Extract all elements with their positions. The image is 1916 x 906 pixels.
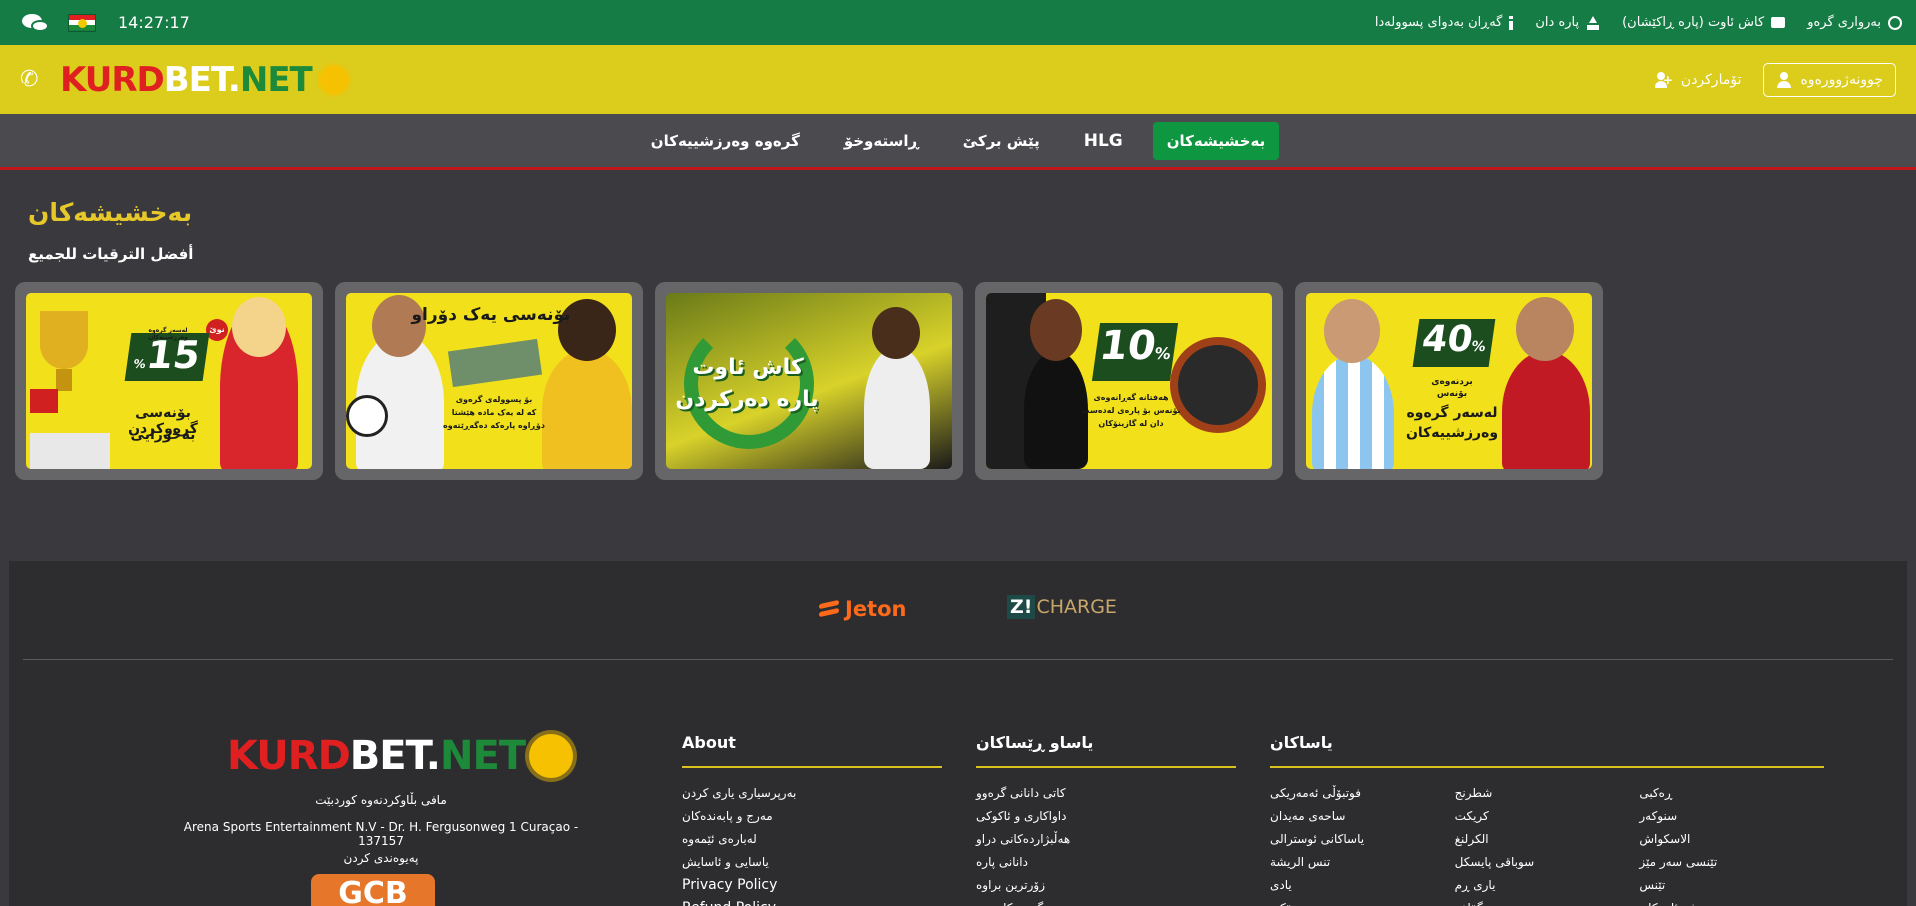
top-bar: 14:27:17 بەرواری گرەو کاش ئاوت (پارە ڕاک… [0,0,1916,45]
footer-rules-column: یاساو ڕێساکان کاتی دانانی گرەوو داواکاری… [976,733,1236,906]
new-badge: نوێ [206,319,228,341]
nav-promotions[interactable]: بەخشیشەکان [1152,121,1280,160]
contact-link[interactable]: پەیوەندی کردن [171,851,591,865]
gift-icon [30,389,58,413]
nav-hlg[interactable]: HLG [1070,121,1137,161]
footer-link[interactable]: بەرپرسیاری یاری کردن [682,782,942,805]
promo-banner: بۆنەسی یەک دۆراو بۆ پسوولەی گرەوی کە لە … [346,293,632,469]
footer-link[interactable]: دانانی پارە [976,851,1236,874]
footer-rules-title: یاساو ڕێساکان [976,733,1236,768]
sun-icon [529,734,574,778]
footer-link[interactable]: شطرنج [1455,782,1640,805]
jeton-icon [819,600,839,618]
promo-card-casino-cashback[interactable]: 10% هەفتانە گەڕانەوەی بۆنەس بۆ پارەی لەد… [975,282,1283,480]
woman-figure [542,349,632,469]
player-figure [1502,351,1590,469]
arrow-circle-icon [684,319,814,449]
deposit-link[interactable]: پارە دان [1535,15,1600,30]
main-nav: بەخشیشەکان HLG پێش برکێ ڕاستەوخۆ گرەوە و… [0,114,1916,170]
footer-link[interactable]: هەڵبژاردەکانی دراو [976,828,1236,851]
user-plus-icon: + [1654,71,1673,88]
bet-history-link[interactable]: بەرواری گرەو [1807,15,1902,30]
promo-card-cashout[interactable]: کاش ئاوت پارە دەرکردن [655,282,963,480]
header: ✆ KURD BET. NET + تۆمارکردن چوونەژوورەوە [0,45,1916,114]
footer-link[interactable]: فوتبۆڵی ئەمەریکی [1270,782,1455,805]
footer: Jeton Z! CHARGE KURD BET. NET مافی بڵاوکردن… [9,561,1907,906]
money-icon [447,338,543,388]
footer-link[interactable]: کریکت [1455,805,1640,828]
trophy-icon [40,311,88,369]
footer-link[interactable]: ڕەکبی [1639,782,1824,805]
footer-link[interactable]: وەرزشە ئاییەکان [1639,897,1824,906]
footer-link[interactable]: یاری ڕم [1455,874,1640,897]
ticket-search-link[interactable]: گەڕان بەدوای پسوولەدا [1375,15,1514,30]
woman-figure [864,347,930,469]
history-icon [1888,15,1902,30]
footer-link[interactable]: یادی [1270,874,1455,897]
cashout-link[interactable]: کاش ئاوت (پارە ڕاکێشان) [1622,15,1786,30]
footer-link[interactable]: زۆرترین براوە [976,874,1236,897]
footer-link[interactable]: گۆلف [1455,897,1640,906]
refund-policy-link[interactable]: Refund Policy [682,897,942,906]
footer-link[interactable]: لەبارەی ئێمەوە [682,828,942,851]
copyright-text: مافی بڵاوکردنەوە کوردبێت [315,793,447,807]
promo-card-winning-bonus[interactable]: 40% بردنەوەی بۆنەس لەسەر گرەوە وەرزشییەک… [1295,282,1603,480]
cash-register-icon [1771,17,1786,28]
footer-link[interactable]: گرەوەکانی تر [976,897,1236,906]
promo-banner: نوێ % 15 لەسەر گرەوە وەرزشییەکان بۆنەسی گ… [26,293,312,469]
footer-sports-title: یاساکان [1270,733,1824,768]
live-chat-icon[interactable] [20,12,50,34]
footer-link[interactable]: تێنس [1639,874,1824,897]
football-icon [346,395,388,437]
nav-live[interactable]: ڕاستەوخۆ [830,122,933,160]
jeton-logo[interactable]: Jeton [819,597,906,621]
footer-link[interactable]: تێنسی سەر مێز [1639,851,1824,874]
footer-link[interactable]: سنوکەر [1639,805,1824,828]
footer-link[interactable]: هۆکی [1270,897,1455,906]
gcb-license-badge[interactable]: GCB [311,874,435,906]
page-title: بەخشیشەکان [28,198,193,227]
zcharge-logo[interactable]: Z! CHARGE [1007,595,1117,619]
privacy-policy-link[interactable]: Privacy Policy [682,874,942,897]
footer-link[interactable]: کاتی دانانی گرەوو [976,782,1236,805]
player-figure [1312,355,1394,469]
footer-divider [23,659,1893,660]
footer-link[interactable]: یاساکانی ئوسترالی [1270,828,1455,851]
nav-prematch[interactable]: پێش برکێ [949,122,1054,160]
register-button[interactable]: + تۆمارکردن [1654,71,1741,88]
nav-sports-betting[interactable]: گرەوە وەرزشییەکان [637,122,814,160]
clock: 14:27:17 [118,13,190,32]
footer-logo[interactable]: KURD BET. NET [227,733,574,779]
footer-link[interactable]: داواکاری و ئاکوکی [976,805,1236,828]
info-icon [1509,15,1514,30]
footer-sports-rules-column: یاساکان فوتبۆڵی ئەمەریکی ساحەی مەیدان یا… [1270,733,1824,906]
upload-icon [1586,15,1600,30]
page-subtitle: أفضل الترقيات للجميع [28,245,194,263]
payment-methods: Jeton Z! CHARGE [9,561,1907,659]
footer-link[interactable]: مەرج و پابەندەکان [682,805,942,828]
footer-link[interactable]: سوباقی پایسکل [1455,851,1640,874]
kurdistan-flag-icon[interactable] [68,13,96,32]
phone-icon[interactable]: ✆ [20,68,42,91]
login-button[interactable]: چوونەژوورەوە [1763,62,1896,97]
promo-banner: 40% بردنەوەی بۆنەس لەسەر گرەوە وەرزشییەک… [1306,293,1592,469]
footer-link[interactable]: یاسایی و ئاسایش [682,851,942,874]
footer-link[interactable]: ساحەی مەیدان [1270,805,1455,828]
footer-about-title: About [682,733,942,768]
sun-icon [319,65,348,94]
promo-banner: کاش ئاوت پارە دەرکردن [666,293,952,469]
footer-link[interactable]: الكرلنغ [1455,828,1640,851]
site-logo[interactable]: KURD BET. NET [60,60,348,100]
footer-link[interactable]: تنس الريشة [1270,851,1455,874]
promo-card-free-bet[interactable]: نوێ % 15 لەسەر گرەوە وەرزشییەکان بۆنەسی گ… [15,282,323,480]
promo-card-one-lost[interactable]: بۆنەسی یەک دۆراو بۆ پسوولەی گرەوی کە لە … [335,282,643,480]
footer-link[interactable]: الاسکواش [1639,828,1824,851]
promotion-cards: نوێ % 15 لەسەر گرەوە وەرزشییەکان بۆنەسی گ… [15,282,1603,480]
company-address: Arena Sports Entertainment N.V - Dr. H. … [183,820,579,848]
user-icon [1776,71,1792,88]
promo-banner: 10% هەفتانە گەڕانەوەی بۆنەس بۆ پارەی لەد… [986,293,1272,469]
footer-about-column: About بەرپرسیاری یاری کردن مەرج و پابەند… [682,733,942,906]
